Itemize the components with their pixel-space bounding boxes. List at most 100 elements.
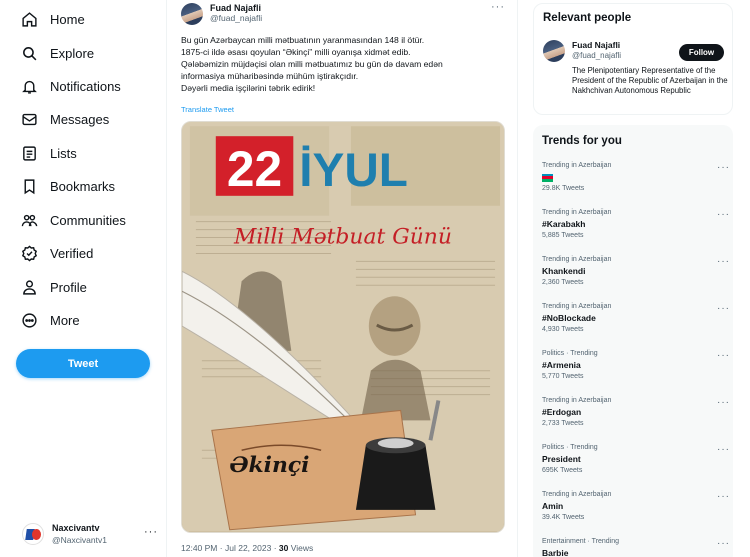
trend-count: 2,360 Tweets: [542, 279, 584, 286]
more-icon[interactable]: ···: [717, 162, 730, 173]
tweet-text-line: 1875-ci ildə əsası qoyulan “Əkinçi” mill…: [181, 47, 411, 57]
nav-label: Communities: [50, 212, 126, 228]
more-icon[interactable]: ···: [717, 350, 730, 361]
nav-item-messages[interactable]: Messages: [18, 105, 109, 133]
trend-name: [542, 172, 730, 182]
avatar[interactable]: [181, 3, 203, 25]
nav-item-lists[interactable]: Lists: [18, 139, 77, 167]
trend-count: 39.4K Tweets: [542, 514, 585, 521]
tweet-text-line: Qələbəmizin müjdəçisi olan milli mətbuat…: [181, 59, 443, 69]
trend-name: Barbie: [542, 548, 569, 557]
svg-text:22: 22: [227, 141, 282, 197]
trend-item[interactable]: Trending in Azerbaijan 29.8K Tweets ···: [542, 162, 730, 202]
trend-count: 695K Tweets: [542, 467, 583, 474]
nav-label: Verified: [50, 245, 94, 261]
tweet-text-line: Bu gün Azərbaycan milli mətbuatının yara…: [181, 35, 425, 45]
trend-item[interactable]: Politics · Trending President 695K Tweet…: [542, 444, 730, 484]
sidebar-nav: Home Explore Notifications Messages List…: [0, 0, 165, 557]
relevant-people-title: Relevant people: [543, 12, 632, 24]
more-icon[interactable]: ···: [717, 491, 730, 502]
more-icon[interactable]: ···: [491, 1, 505, 13]
list-icon: [18, 142, 40, 164]
avatar[interactable]: [543, 40, 565, 62]
trend-context: Trending in Azerbaijan: [542, 303, 612, 310]
trend-item[interactable]: Trending in Azerbaijan #Erdogan 2,733 Tw…: [542, 397, 730, 437]
bookmark-icon: [18, 175, 40, 197]
trend-item[interactable]: Trending in Azerbaijan Amin 39.4K Tweets…: [542, 491, 730, 531]
avatar: [22, 523, 44, 545]
azerbaijan-flag-icon: [542, 173, 553, 182]
trends-panel: Trends for you Trending in Azerbaijan 29…: [533, 125, 733, 557]
trend-item[interactable]: Trending in Azerbaijan #NoBlockade 4,930…: [542, 303, 730, 343]
trend-item[interactable]: Trending in Azerbaijan #Karabakh 5,885 T…: [542, 209, 730, 249]
author-handle[interactable]: @fuad_najafli: [210, 13, 262, 23]
more-icon[interactable]: ···: [717, 303, 730, 314]
nav-label: More: [50, 312, 80, 328]
author-name[interactable]: Fuad Najafli: [210, 3, 261, 13]
trend-count: 2,733 Tweets: [542, 420, 584, 427]
nav-label: Notifications: [50, 78, 121, 94]
more-icon[interactable]: ···: [717, 444, 730, 455]
nav-item-notifications[interactable]: Notifications: [18, 72, 121, 100]
press-day-poster: 22 İYUL Milli Mətbuat Günü Əkinçi: [182, 122, 504, 532]
relevant-people-card: Relevant people Fuad Najafli @fuad_najaf…: [533, 3, 733, 115]
tweet-text-line: informasiya müharibəsində mühüm iştirakç…: [181, 71, 359, 81]
trend-context: Politics · Trending: [542, 444, 598, 451]
meta-separator: ·: [273, 543, 277, 553]
more-icon[interactable]: ···: [717, 209, 730, 220]
trend-context: Trending in Azerbaijan: [542, 256, 612, 263]
tweet-text: Bu gün Azərbaycan milli mətbuatının yara…: [181, 34, 511, 94]
trend-count: 29.8K Tweets: [542, 185, 585, 192]
nav-item-explore[interactable]: Explore: [18, 39, 94, 67]
tweet-image[interactable]: 22 İYUL Milli Mətbuat Günü Əkinçi: [181, 121, 505, 533]
nav-item-home[interactable]: Home: [18, 5, 85, 33]
account-handle: @Naxcivantv1: [52, 535, 107, 545]
trend-context: Trending in Azerbaijan: [542, 397, 612, 404]
person-icon: [18, 276, 40, 298]
envelope-icon: [18, 108, 40, 130]
trend-context: Trending in Azerbaijan: [542, 209, 612, 216]
more-icon[interactable]: ···: [717, 256, 730, 267]
account-name: Naxcivantv: [52, 523, 100, 533]
more-icon[interactable]: ···: [144, 526, 158, 538]
trend-context: Entertainment · Trending: [542, 538, 620, 545]
tweet-date[interactable]: Jul 22, 2023: [225, 543, 271, 553]
bell-icon: [18, 75, 40, 97]
tweet-text-line: Dəyərli media işçilərini təbrik edirik!: [181, 83, 316, 93]
more-icon[interactable]: ···: [717, 397, 730, 408]
trend-item[interactable]: Trending in Azerbaijan Khankendi 2,360 T…: [542, 256, 730, 296]
nav-label: Bookmarks: [50, 178, 116, 194]
nav-item-verified[interactable]: Verified: [18, 239, 93, 267]
nav-label: Messages: [50, 111, 110, 127]
more-icon[interactable]: ···: [717, 538, 730, 549]
nav-label: Home: [50, 11, 85, 27]
trend-name: #NoBlockade: [542, 313, 596, 323]
nav-label: Explore: [50, 45, 95, 61]
trend-name: President: [542, 454, 581, 464]
tweet-button[interactable]: Tweet: [16, 349, 150, 378]
trend-name: #Armenia: [542, 360, 581, 370]
trends-title: Trends for you: [542, 135, 622, 147]
nav-item-more[interactable]: More: [18, 306, 80, 334]
trend-item[interactable]: Politics · Trending #Armenia 5,770 Tweet…: [542, 350, 730, 390]
svg-text:İYUL: İYUL: [299, 144, 408, 197]
trend-name: #Erdogan: [542, 407, 582, 417]
trend-item[interactable]: Entertainment · Trending Barbie ···: [542, 538, 730, 557]
translate-tweet-link[interactable]: Translate Tweet: [181, 105, 234, 114]
account-switcher[interactable]: Naxcivantv @Naxcivantv1 ···: [22, 518, 162, 550]
nav-item-bookmarks[interactable]: Bookmarks: [18, 172, 115, 200]
trend-context: Politics · Trending: [542, 350, 598, 357]
trend-count: 5,770 Tweets: [542, 373, 584, 380]
follow-button[interactable]: Follow: [679, 44, 724, 61]
person-handle[interactable]: @fuad_najafli: [572, 51, 621, 60]
more-circle-icon: [18, 309, 40, 331]
nav-label: Profile: [50, 279, 87, 295]
poster-subtitle: Milli Mətbuat Günü: [233, 225, 452, 250]
nav-item-communities[interactable]: Communities: [18, 206, 126, 234]
person-name[interactable]: Fuad Najafli: [572, 40, 620, 50]
trend-name: Amin: [542, 501, 564, 511]
tweet-time[interactable]: 12:40 PM: [181, 543, 217, 553]
home-icon: [18, 8, 40, 30]
nav-item-profile[interactable]: Profile: [18, 273, 87, 301]
tweet-detail: Fuad Najafli @fuad_najafli ··· Bu gün Az…: [166, 0, 518, 557]
